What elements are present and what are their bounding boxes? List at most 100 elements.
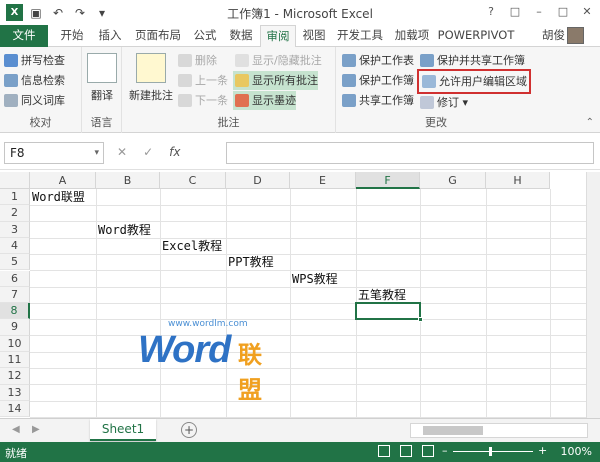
share-workbook-icon — [342, 94, 356, 107]
prev-sheet-icon[interactable]: ◀ — [12, 424, 20, 435]
minimize-icon[interactable]: – — [528, 2, 550, 20]
row-header-4[interactable]: 4 — [0, 237, 30, 255]
horizontal-scroll-thumb[interactable] — [423, 426, 483, 435]
show-hide-comment-button[interactable]: 显示/隐藏批注 — [233, 51, 322, 70]
tab-addins[interactable]: 加载项 — [390, 25, 434, 47]
column-header-f[interactable]: F — [356, 172, 420, 189]
row-header-3[interactable]: 3 — [0, 221, 30, 238]
grid-line — [30, 335, 600, 337]
research-button[interactable]: 信息检索 — [2, 71, 65, 90]
column-header-e[interactable]: E — [290, 172, 356, 189]
page-break-view-icon[interactable] — [422, 445, 434, 457]
collapse-ribbon-icon[interactable]: ⌃ — [586, 117, 594, 128]
zoom-level[interactable]: 100% — [561, 445, 592, 458]
select-all-corner[interactable] — [0, 172, 30, 189]
user-name[interactable]: 胡俊 — [542, 25, 565, 46]
translate-button[interactable]: 翻译 — [86, 53, 118, 103]
cell-e6[interactable]: WPS教程 — [290, 271, 338, 287]
row-header-8[interactable]: 8 — [0, 303, 30, 320]
grid-line — [30, 237, 600, 239]
tab-powerpivot[interactable]: POWERPIVOT — [436, 25, 516, 47]
close-icon[interactable]: ✕ — [576, 2, 598, 20]
cell-c4[interactable]: Excel教程 — [160, 238, 222, 254]
column-header-c[interactable]: C — [160, 172, 226, 189]
row-header-13[interactable]: 13 — [0, 384, 30, 401]
ribbon-tabs: 文件 开始 插入 页面布局 公式 数据 审阅 视图 开发工具 加载项 POWER… — [0, 25, 600, 47]
column-header-d[interactable]: D — [226, 172, 290, 189]
row-header-10[interactable]: 10 — [0, 335, 30, 352]
row-header-11[interactable]: 11 — [0, 352, 30, 369]
zoom-out-icon[interactable]: – — [442, 444, 448, 457]
grid-line — [30, 384, 600, 386]
next-comment-button[interactable]: 下一条 — [176, 91, 228, 110]
add-sheet-icon[interactable]: + — [181, 422, 197, 438]
protect-share-workbook-button[interactable]: 保护并共享工作簿 — [418, 51, 525, 70]
row-header-9[interactable]: 9 — [0, 319, 30, 336]
previous-comment-button[interactable]: 上一条 — [176, 71, 228, 90]
tab-file[interactable]: 文件 — [0, 25, 48, 47]
tab-home[interactable]: 开始 — [54, 25, 90, 47]
tab-formulas[interactable]: 公式 — [188, 25, 222, 47]
cell-b3[interactable]: Word教程 — [96, 222, 151, 238]
cell-a1[interactable]: Word联盟 — [30, 189, 85, 205]
vertical-scrollbar[interactable] — [586, 172, 600, 418]
group-proofing: 拼写检查 信息检索 同义词库 校对 — [0, 47, 82, 133]
normal-view-icon[interactable] — [378, 445, 390, 457]
maximize-icon[interactable]: □ — [552, 2, 574, 20]
column-header-b[interactable]: B — [96, 172, 160, 189]
watermark-url: www.wordlm.com — [168, 319, 248, 329]
grid-line — [30, 400, 600, 402]
chevron-down-icon[interactable]: ▾ — [94, 143, 99, 163]
help-icon[interactable]: ? — [480, 2, 502, 20]
avatar[interactable] — [567, 27, 584, 44]
next-sheet-icon[interactable]: ▶ — [32, 424, 40, 435]
sheet-tab-sheet1[interactable]: Sheet1 — [90, 419, 156, 441]
new-comment-button[interactable]: 新建批注 — [126, 53, 176, 103]
allow-edit-ranges-button[interactable]: 允许用户编辑区域 — [417, 69, 531, 94]
zoom-slider-thumb[interactable] — [489, 447, 492, 456]
ribbon-display-icon[interactable]: □ — [504, 2, 526, 20]
protect-sheet-button[interactable]: 保护工作表 — [340, 51, 414, 70]
column-header-a[interactable]: A — [30, 172, 96, 189]
share-workbook-button[interactable]: 共享工作簿 — [340, 91, 414, 110]
row-header-6[interactable]: 6 — [0, 270, 30, 287]
fill-handle[interactable] — [418, 317, 423, 322]
horizontal-scrollbar[interactable] — [410, 423, 588, 438]
cell-f7[interactable]: 五笔教程 — [356, 287, 406, 303]
row-header-5[interactable]: 5 — [0, 254, 30, 271]
zoom-in-icon[interactable]: + — [538, 444, 547, 457]
row-header-14[interactable]: 14 — [0, 400, 30, 418]
show-ink-button[interactable]: 显示墨迹 — [233, 91, 296, 110]
zoom-slider[interactable] — [453, 451, 533, 452]
spelling-button[interactable]: 拼写检查 — [2, 51, 65, 70]
show-all-comments-button[interactable]: 显示所有批注 — [233, 71, 318, 90]
tab-view[interactable]: 视图 — [298, 25, 330, 47]
formula-input[interactable] — [226, 142, 594, 164]
row-header-1[interactable]: 1 — [0, 189, 30, 206]
row-header-7[interactable]: 7 — [0, 286, 30, 304]
grid-line — [30, 319, 600, 321]
protect-workbook-button[interactable]: 保护工作簿 — [340, 71, 414, 90]
tab-review[interactable]: 审阅 — [260, 25, 296, 47]
insert-function-icon[interactable]: fx — [169, 145, 180, 159]
tab-developer[interactable]: 开发工具 — [332, 25, 388, 47]
row-header-2[interactable]: 2 — [0, 205, 30, 222]
enter-icon[interactable]: ✓ — [143, 145, 153, 159]
active-cell-f8[interactable] — [355, 302, 421, 320]
cell-d5[interactable]: PPT教程 — [226, 254, 274, 270]
column-header-h[interactable]: H — [486, 172, 550, 189]
watermark-word: Word — [138, 329, 231, 371]
thesaurus-button[interactable]: 同义词库 — [2, 91, 65, 110]
cancel-icon[interactable]: ✕ — [117, 145, 127, 159]
delete-comment-button[interactable]: 删除 — [176, 51, 217, 70]
name-box[interactable]: F8 ▾ — [4, 142, 104, 164]
track-changes-button[interactable]: 修订 ▾ — [418, 93, 468, 112]
grid-line — [30, 302, 600, 304]
tab-insert[interactable]: 插入 — [92, 25, 128, 47]
tab-page-layout[interactable]: 页面布局 — [130, 25, 186, 47]
column-header-g[interactable]: G — [420, 172, 486, 189]
tab-data[interactable]: 数据 — [224, 25, 258, 47]
worksheet-grid[interactable]: A B C D E F G H 1 2 3 4 5 6 7 8 9 10 11 … — [0, 172, 600, 418]
page-layout-view-icon[interactable] — [400, 445, 412, 457]
row-header-12[interactable]: 12 — [0, 368, 30, 385]
